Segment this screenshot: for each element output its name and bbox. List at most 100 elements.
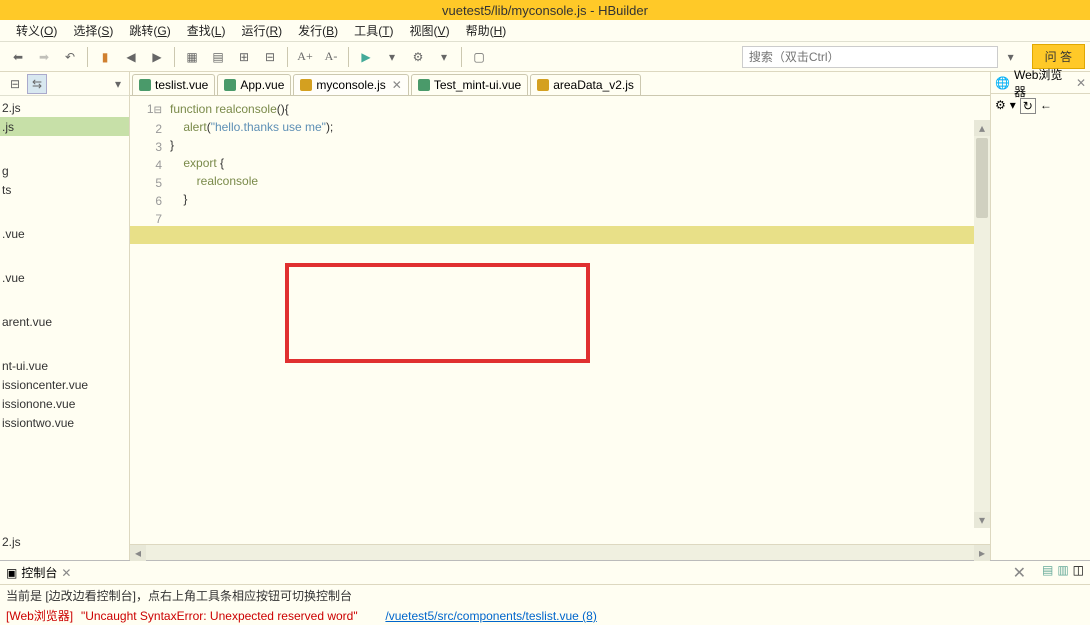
gear-icon[interactable]: ⚙ <box>995 98 1006 114</box>
file-tree-item[interactable]: .js <box>0 117 129 136</box>
menu-tools[interactable]: 工具(T) <box>346 20 401 41</box>
tool-icon-4[interactable]: ⊟ <box>258 45 282 69</box>
tool-icon-3[interactable]: ⊞ <box>232 45 256 69</box>
toolbar: ⬅ ➡ ↶ ▮ ◀ ▶ ▦ ▤ ⊞ ⊟ A+ A- ▶ ▾ ⚙ ▾ ▢ ▾ 问 … <box>0 42 1090 72</box>
tool-icon-2[interactable]: ▥ <box>1057 563 1068 583</box>
forward-button[interactable]: ➡ <box>32 45 56 69</box>
editor-tab[interactable]: Test_mint-ui.vue <box>411 74 528 95</box>
app-icon <box>5 3 19 17</box>
file-tree-item[interactable] <box>0 507 129 532</box>
link-icon[interactable]: ⇆ <box>27 74 47 94</box>
menu-convert[interactable]: 转义(O) <box>8 20 65 41</box>
console-title-label: 控制台 <box>21 564 57 581</box>
browser-tab-label: Web浏览器 <box>1014 66 1070 100</box>
file-tree-item[interactable] <box>0 457 129 482</box>
font-decrease-icon[interactable]: A- <box>319 45 343 69</box>
file-tree-item[interactable]: .vue <box>0 224 129 243</box>
next-bookmark-icon[interactable]: ▶ <box>145 45 169 69</box>
close-console-icon[interactable]: ✕ <box>1013 563 1026 583</box>
file-tree-item[interactable]: arent.vue <box>0 312 129 331</box>
file-tree-item[interactable]: nt-ui.vue <box>0 356 129 375</box>
run-icon[interactable]: ▶ <box>354 45 378 69</box>
dropdown-icon-2[interactable]: ▾ <box>432 45 456 69</box>
menu-find[interactable]: 查找(L) <box>179 20 234 41</box>
code-content[interactable]: function realconsole(){ alert("hello.tha… <box>170 96 990 544</box>
console-tools: ✕ ▤ ▥ ◫ <box>1013 563 1084 583</box>
file-tree-item[interactable] <box>0 482 129 507</box>
editor-tab[interactable]: App.vue <box>217 74 291 95</box>
file-tree-item[interactable] <box>0 331 129 356</box>
main-area: ⊟ ⇆ ▾ 2.js.jsgts.vue.vuearent.vuent-ui.v… <box>0 72 1090 560</box>
file-tree-item[interactable] <box>0 243 129 268</box>
prev-bookmark-icon[interactable]: ◀ <box>119 45 143 69</box>
menu-run[interactable]: 运行(R) <box>233 20 290 41</box>
menu-help[interactable]: 帮助(H) <box>458 20 515 41</box>
code-editor[interactable]: 1⊟2345678 function realconsole(){ alert(… <box>130 96 990 544</box>
file-tree-item[interactable] <box>0 199 129 224</box>
scroll-down-icon[interactable]: ▾ <box>974 512 990 528</box>
file-tree-item[interactable] <box>0 432 129 457</box>
file-tree-item[interactable]: issioncenter.vue <box>0 375 129 394</box>
file-type-icon <box>224 79 236 91</box>
scroll-up-icon[interactable]: ▴ <box>974 120 990 136</box>
bookmark-icon[interactable]: ▮ <box>93 45 117 69</box>
file-tree-item[interactable]: g <box>0 161 129 180</box>
tool-icon-3[interactable]: ◫ <box>1073 563 1084 583</box>
scroll-right-icon[interactable]: ▸ <box>974 545 990 561</box>
config-icon[interactable]: ⚙ <box>406 45 430 69</box>
menu-goto[interactable]: 跳转(G) <box>121 20 178 41</box>
refresh-icon[interactable]: ↻ <box>1020 98 1036 114</box>
device-icon[interactable]: ▢ <box>467 45 491 69</box>
editor-tab[interactable]: myconsole.js ✕ <box>293 74 408 95</box>
arrow-icon[interactable]: ← <box>1040 98 1052 114</box>
scroll-left-icon[interactable]: ◂ <box>130 545 146 561</box>
scroll-thumb[interactable] <box>976 138 988 218</box>
collapse-icon[interactable]: ⊟ <box>5 74 25 94</box>
file-tree-item[interactable]: 2.js <box>0 98 129 117</box>
line-gutter: 1⊟2345678 <box>130 96 170 544</box>
undo-button[interactable]: ↶ <box>58 45 82 69</box>
menu-select[interactable]: 选择(S) <box>65 20 121 41</box>
editor-tab[interactable]: teslist.vue <box>132 74 215 95</box>
vertical-scrollbar[interactable]: ▴ ▾ <box>974 120 990 528</box>
error-source: [Web浏览器] <box>6 609 73 623</box>
file-tree-item[interactable] <box>0 287 129 312</box>
console-hint: 当前是 [边改边看控制台]，点右上角工具条相应按钮可切换控制台 <box>0 585 1090 606</box>
file-tree-item[interactable]: 2.js <box>0 532 129 551</box>
window-title: vuetest5/lib/myconsole.js - HBuilder <box>442 3 648 18</box>
console-tab[interactable]: ▣ 控制台 ✕ <box>6 564 71 581</box>
back-button[interactable]: ⬅ <box>6 45 30 69</box>
file-tree-item[interactable]: ts <box>0 180 129 199</box>
tab-close-icon[interactable]: ✕ <box>1076 76 1086 90</box>
menu-icon[interactable]: ▾ <box>108 74 128 94</box>
dropdown-icon[interactable]: ▾ <box>380 45 404 69</box>
search-input[interactable] <box>742 46 998 68</box>
editor-tabs: teslist.vue App.vue myconsole.js ✕ Test_mint… <box>130 72 990 96</box>
font-increase-icon[interactable]: A+ <box>293 45 317 69</box>
tool-icon[interactable]: ▦ <box>180 45 204 69</box>
menu-view[interactable]: 视图(V) <box>402 20 458 41</box>
tab-label: Test_mint-ui.vue <box>434 78 521 92</box>
tool-icon[interactable]: ▤ <box>1042 563 1053 583</box>
horizontal-scrollbar[interactable]: ◂ ▸ <box>130 544 990 560</box>
file-tree-item[interactable] <box>0 136 129 161</box>
file-tree-item[interactable]: issiontwo.vue <box>0 413 129 432</box>
file-tree-item[interactable]: issionone.vue <box>0 394 129 413</box>
dropdown-icon[interactable]: ▾ <box>1010 98 1016 114</box>
console-panel: ▣ 控制台 ✕ ✕ ▤ ▥ ◫ 当前是 [边改边看控制台]，点右上角工具条相应按… <box>0 560 1090 625</box>
tab-label: App.vue <box>240 78 284 92</box>
menu-publish[interactable]: 发行(B) <box>290 20 346 41</box>
console-close-icon[interactable]: ✕ <box>61 566 71 580</box>
tab-label: myconsole.js <box>316 78 385 92</box>
browser-tab[interactable]: 🌐 Web浏览器 ✕ <box>991 72 1090 94</box>
file-tree-item[interactable]: .vue <box>0 268 129 287</box>
sidebar-toolbar: ⊟ ⇆ ▾ <box>0 72 129 96</box>
console-icon: ▣ <box>6 566 17 580</box>
tab-close-icon[interactable]: ✕ <box>392 78 402 92</box>
error-file-link[interactable]: /vuetest5/src/components/teslist.vue (8) <box>385 609 596 623</box>
console-error-line: [Web浏览器] "Uncaught SyntaxError: Unexpect… <box>0 606 1090 625</box>
editor-tab[interactable]: areaData_v2.js <box>530 74 641 95</box>
tool-icon-2[interactable]: ▤ <box>206 45 230 69</box>
file-explorer-sidebar: ⊟ ⇆ ▾ 2.js.jsgts.vue.vuearent.vuent-ui.v… <box>0 72 130 560</box>
file-type-icon <box>139 79 151 91</box>
